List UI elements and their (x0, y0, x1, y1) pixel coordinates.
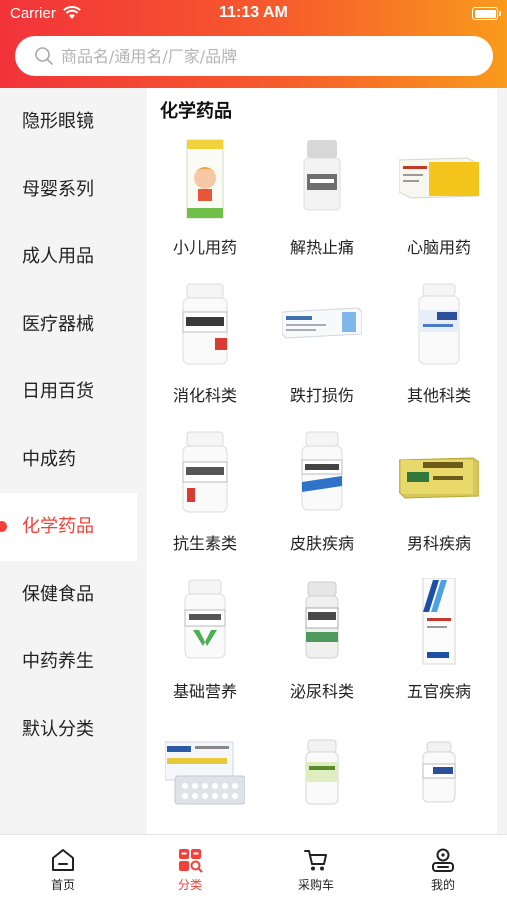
sidebar-item-label: 日用百货 (22, 381, 94, 402)
category-label: 五官疾病 (406, 682, 471, 701)
sidebar-item-label: 成人用品 (22, 246, 94, 267)
active-indicator (0, 521, 7, 532)
category-label: 小儿用药 (172, 238, 237, 257)
category-label: 解热止痛 (289, 238, 354, 257)
sidebar-item-daily-goods[interactable]: 日用百货 (0, 358, 137, 426)
sidebar-item-herbal-wellness[interactable]: 中药养生 (0, 628, 137, 696)
category-label: 其他科类 (406, 386, 471, 405)
search-bar[interactable] (15, 36, 493, 76)
category-sidebar: 隐形眼镜 母婴系列 成人用品 医疗器械 日用百货 中成药 化学药品 保健食品 中… (0, 88, 137, 834)
white-bottle-blue-label-image (422, 741, 456, 803)
category-label: 男科疾病 (406, 534, 471, 553)
sidebar-item-health-food[interactable]: 保健食品 (0, 561, 137, 629)
tab-profile[interactable]: 我的 (380, 835, 506, 900)
tab-cart[interactable]: 采购车 (253, 835, 379, 900)
category-item-row5-3[interactable] (381, 722, 497, 834)
sidebar-item-maternal-baby[interactable]: 母婴系列 (0, 156, 137, 224)
sidebar-item-default-category[interactable]: 默认分类 (0, 696, 137, 764)
white-bottle-red-label-image (182, 283, 228, 365)
tab-label: 采购车 (297, 878, 334, 892)
white-bottle-blue-label-image (301, 431, 343, 511)
category-item-trauma[interactable]: 跌打损伤 (264, 278, 380, 426)
category-item-antibiotics[interactable]: 抗生素类 (147, 426, 263, 574)
category-item-skin[interactable]: 皮肤疾病 (264, 426, 380, 574)
profile-icon (432, 848, 454, 872)
category-item-pediatric[interactable]: 小儿用药 (147, 130, 263, 278)
category-label: 跌打损伤 (289, 386, 354, 405)
category-content: 化学药品 小儿用药 解热止痛 心脑用药 消化科类 跌打损伤 其他科类 抗生素类 … (147, 88, 497, 834)
white-bottle-green-label-image (305, 739, 339, 805)
category-icon (179, 849, 203, 873)
category-label: 皮肤疾病 (289, 534, 354, 553)
battery-icon (472, 7, 501, 20)
sidebar-item-label: 默认分类 (22, 718, 94, 740)
bottom-tab-bar: 首页 分类 采购车 我的 (0, 834, 507, 900)
category-item-row5-1[interactable] (147, 722, 263, 834)
section-title: 化学药品 (160, 101, 232, 122)
sidebar-item-label: 保健食品 (22, 583, 94, 605)
sidebar-item-label: 隐形眼镜 (22, 111, 94, 132)
category-item-row5-2[interactable] (264, 722, 380, 834)
app-header: Carrier 11:13 AM (0, 0, 507, 88)
tab-label: 分类 (177, 878, 202, 892)
status-time: 11:13 AM (219, 4, 288, 21)
category-item-urology[interactable]: 泌尿科类 (264, 574, 380, 722)
status-bar: Carrier 11:13 AM (0, 0, 507, 28)
category-item-andrology[interactable]: 男科疾病 (381, 426, 497, 574)
sidebar-item-label: 中药养生 (22, 651, 94, 672)
blister-pack-box-image (165, 741, 245, 805)
home-icon (52, 849, 74, 871)
category-label: 消化科类 (172, 386, 237, 405)
yellow-medicine-box-image (399, 157, 479, 199)
tab-label: 首页 (50, 878, 75, 892)
tab-category[interactable]: 分类 (127, 835, 253, 900)
category-item-fever-pain[interactable]: 解热止痛 (264, 130, 380, 278)
ointment-tube-box-image (282, 307, 362, 339)
category-label: 心脑用药 (406, 238, 471, 257)
category-label: 基础营养 (172, 682, 237, 701)
search-input[interactable] (61, 36, 481, 76)
grey-bottle-image (305, 581, 339, 659)
sidebar-item-adult-products[interactable]: 成人用品 (0, 223, 137, 291)
category-label: 抗生素类 (172, 534, 237, 553)
sidebar-item-chemical-drugs[interactable]: 化学药品 (0, 493, 137, 561)
white-bottle-blue-label-image (418, 283, 460, 365)
sidebar-item-label: 医疗器械 (22, 313, 94, 335)
white-bottle-red-label-image (182, 431, 228, 513)
sidebar-item-label: 母婴系列 (22, 178, 94, 200)
sidebar-item-contact-lenses[interactable]: 隐形眼镜 (0, 88, 137, 156)
category-item-cardio-cerebral[interactable]: 心脑用药 (381, 130, 497, 278)
search-icon (35, 47, 53, 65)
cialis-box-image (399, 457, 479, 499)
cart-icon (304, 850, 327, 871)
tab-label: 我的 (430, 878, 455, 892)
category-item-other[interactable]: 其他科类 (381, 278, 497, 426)
sidebar-item-medical-devices[interactable]: 医疗器械 (0, 291, 137, 359)
vitamin-bottle-image (184, 579, 226, 659)
category-item-basic-nutrition[interactable]: 基础营养 (147, 574, 263, 722)
sidebar-item-label: 中成药 (22, 448, 76, 470)
category-item-digestive[interactable]: 消化科类 (147, 278, 263, 426)
child-medicine-box-image (186, 139, 224, 219)
tab-home[interactable]: 首页 (0, 835, 126, 900)
category-item-ent[interactable]: 五官疾病 (381, 574, 497, 722)
white-pill-bottle-image (303, 140, 341, 211)
sidebar-item-chinese-patent-medicine[interactable]: 中成药 (0, 426, 137, 494)
category-label: 泌尿科类 (289, 682, 354, 701)
eye-drops-box-image (422, 578, 456, 665)
sidebar-item-label: 化学药品 (22, 516, 94, 537)
